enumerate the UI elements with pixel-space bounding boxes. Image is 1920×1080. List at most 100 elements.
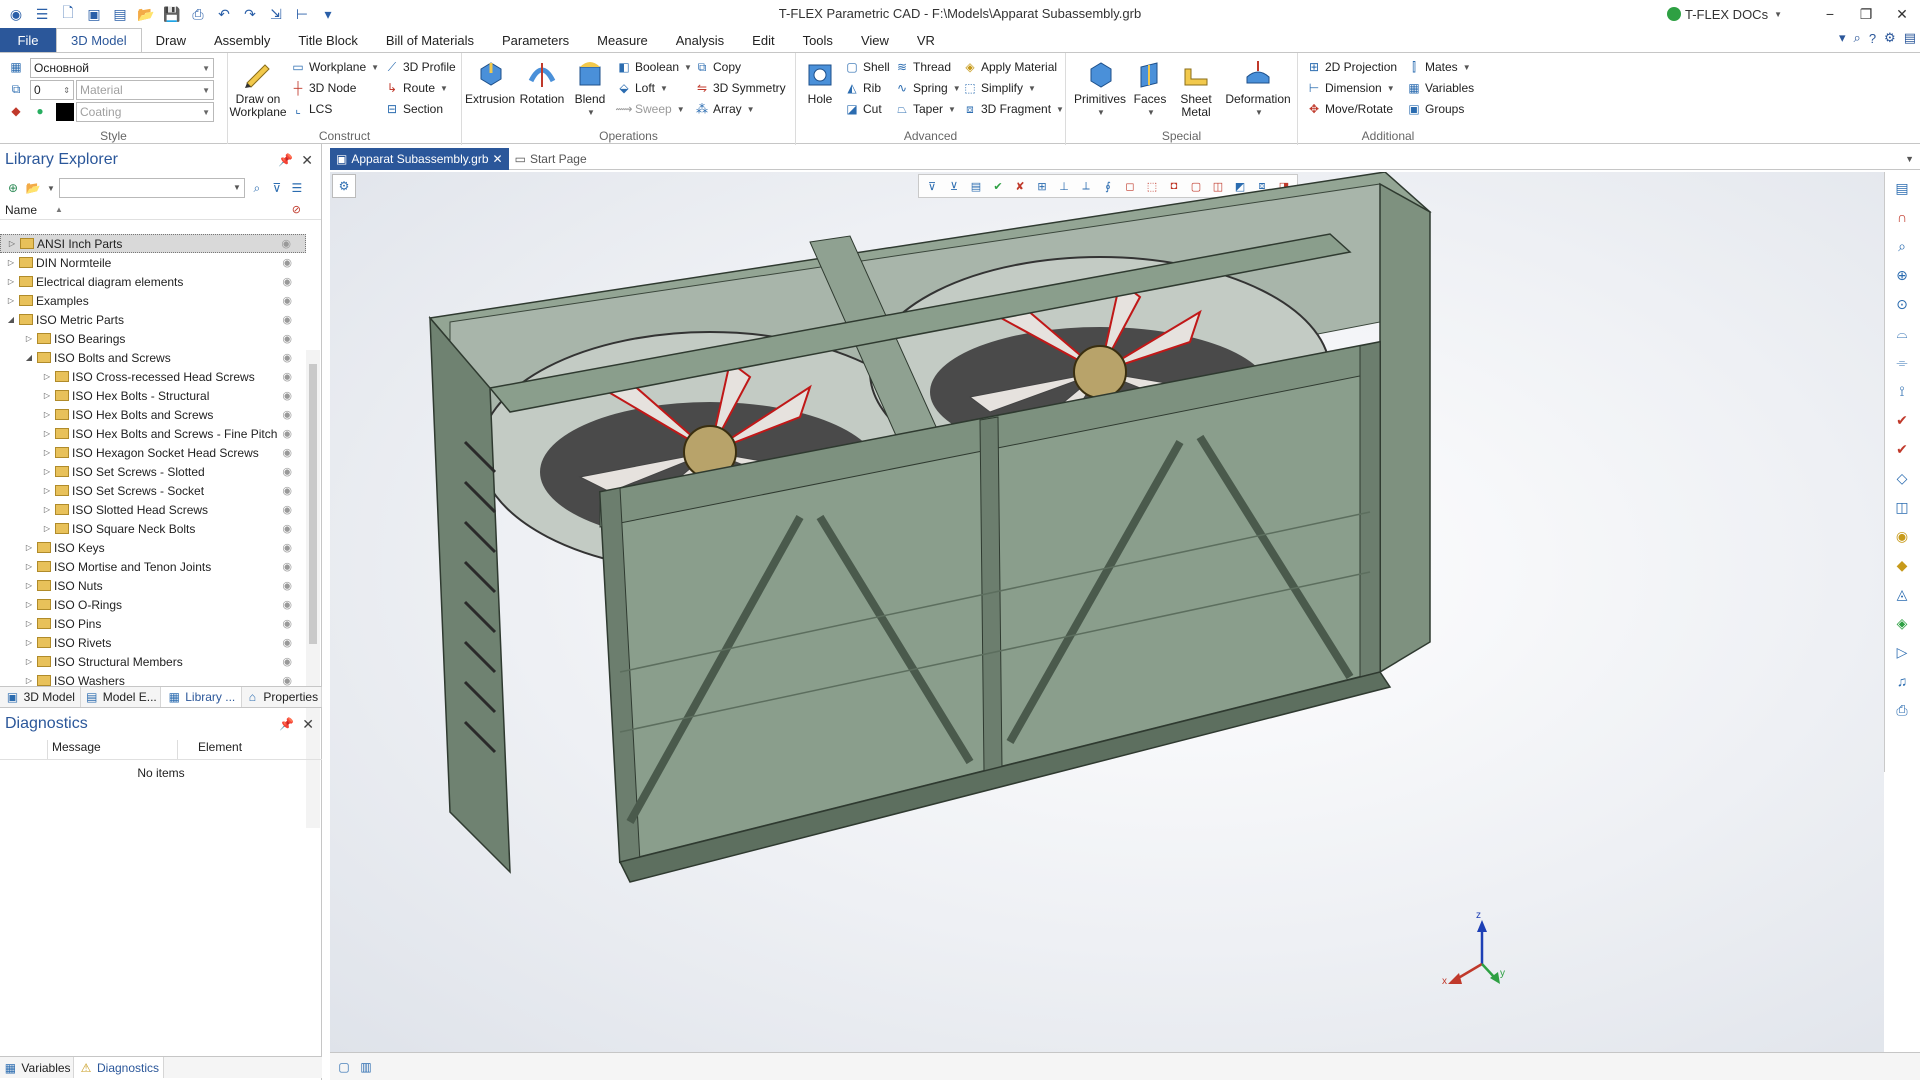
tab-measure[interactable]: Measure <box>583 28 662 52</box>
tree-item[interactable]: ▷ ISO Rivets ◉ <box>0 633 306 652</box>
tabs-dropdown-icon[interactable]: ▼ <box>1905 154 1914 164</box>
pin-icon[interactable]: 📌 <box>278 153 293 167</box>
tree-item[interactable]: ▷ ISO Hex Bolts and Screws - Fine Pitch ◉ <box>0 424 306 443</box>
document-tab-start-page[interactable]: ▭ Start Page <box>509 148 593 170</box>
cube-view-icon[interactable]: ◆ <box>1885 552 1919 578</box>
measure-view-icon[interactable]: ⟟ <box>1885 378 1919 404</box>
visibility-icon[interactable]: ◉ <box>281 237 291 250</box>
tab-3d-model[interactable]: 3D Model <box>56 28 142 52</box>
render-icon[interactable]: ◈ <box>1885 610 1919 636</box>
workplane-view-icon[interactable]: ◇ <box>1885 465 1919 491</box>
expand-toggle-icon[interactable]: ◢ <box>24 353 34 362</box>
tree-item[interactable]: ▷ DIN Normteile ◉ <box>0 253 306 272</box>
faces-button[interactable]: Faces ▼ <box>1130 57 1170 119</box>
zoom-all-icon[interactable]: ⊙ <box>1885 291 1919 317</box>
tree-item[interactable]: ▷ Electrical diagram elements ◉ <box>0 272 306 291</box>
tree-item[interactable]: ▷ ISO Mortise and Tenon Joints ◉ <box>0 557 306 576</box>
visibility-icon[interactable]: ◉ <box>282 503 292 516</box>
3d-viewport[interactable]: ⚙ ⊽ ⊻ ▤ ✔ ✘ ⊞ ⊥ ⟂ ∮ ◻ ⬚ ◘ ▢ ◫ ◩ ⧈ ◨ z x … <box>330 172 1884 1052</box>
visibility-icon[interactable]: ◉ <box>282 427 292 440</box>
box-view-icon[interactable]: ◫ <box>1885 494 1919 520</box>
tab-bill-of-materials[interactable]: Bill of Materials <box>372 28 488 52</box>
expand-toggle-icon[interactable]: ▷ <box>24 543 34 552</box>
diag-col-element[interactable]: Element <box>178 740 242 759</box>
shell-button[interactable]: ▢ Shell <box>844 57 889 77</box>
pin-icon[interactable]: 📌 <box>279 717 294 731</box>
expand-toggle-icon[interactable]: ▷ <box>7 239 17 248</box>
expand-toggle-icon[interactable]: ▷ <box>24 657 34 666</box>
expand-toggle-icon[interactable]: ▷ <box>24 676 34 685</box>
expand-toggle-icon[interactable]: ▷ <box>42 372 52 381</box>
tree-item[interactable]: ▷ ISO Keys ◉ <box>0 538 306 557</box>
expand-toggle-icon[interactable]: ▷ <box>42 505 52 514</box>
expand-toggle-icon[interactable]: ▷ <box>24 581 34 590</box>
thread-button[interactable]: ≋ Thread <box>894 57 951 77</box>
printer-view-icon[interactable]: ⎙ <box>1885 697 1919 723</box>
library-search-input[interactable]: ▼ <box>58 178 245 198</box>
tflex-docs-button[interactable]: T-FLEX DOCs ▼ <box>1667 7 1782 22</box>
tree-item[interactable]: ▷ ISO O-Rings ◉ <box>0 595 306 614</box>
variables-button[interactable]: ▦ Variables <box>1406 78 1474 98</box>
tab-analysis[interactable]: Analysis <box>662 28 738 52</box>
animation-icon[interactable]: ▷ <box>1885 639 1919 665</box>
array-button[interactable]: ⁂ Array ▼ <box>694 99 755 119</box>
tree-item[interactable]: ▷ ISO Hex Bolts and Screws ◉ <box>0 405 306 424</box>
tab-edit[interactable]: Edit <box>738 28 788 52</box>
tab-model-elements[interactable]: ▤ Model E... <box>81 687 161 707</box>
layout-icon[interactable]: ▤ <box>110 4 130 24</box>
search-help-icon[interactable]: ⌕ <box>1854 30 1861 46</box>
move-rotate-button[interactable]: ✥ Move/Rotate <box>1306 99 1393 119</box>
loft-button[interactable]: ⬙ Loft ▼ <box>616 78 668 98</box>
measure-icon[interactable]: ⊢ <box>292 4 312 24</box>
expand-toggle-icon[interactable]: ▷ <box>42 448 52 457</box>
visibility-icon[interactable]: ◉ <box>282 294 292 307</box>
primitives-button[interactable]: Primitives ▼ <box>1074 57 1126 119</box>
close-panel-icon[interactable]: ✕ <box>301 152 313 169</box>
boolean-button[interactable]: ◧ Boolean ▼ <box>616 57 692 77</box>
visibility-icon[interactable]: ◉ <box>282 674 292 686</box>
blend-button[interactable]: Blend ▼ <box>570 57 610 119</box>
document-tab-apparat[interactable]: ▣ Apparat Subassembly.grb ✕ <box>330 147 509 170</box>
tab-3d-model-panel[interactable]: ▣ 3D Model <box>0 687 81 707</box>
expand-toggle-icon[interactable]: ▷ <box>42 486 52 495</box>
app-logo-icon[interactable]: ◉ <box>6 4 26 24</box>
visibility-icon[interactable]: ◉ <box>282 541 292 554</box>
layout-switch-icon[interactable]: ▤ <box>1904 30 1916 46</box>
rib-button[interactable]: ◭ Rib <box>844 78 881 98</box>
visibility-icon[interactable]: ◉ <box>282 389 292 402</box>
spring-button[interactable]: ∿ Spring ▼ <box>894 78 961 98</box>
save-icon[interactable]: 💾 <box>162 4 182 24</box>
tab-variables[interactable]: ▦ Variables <box>0 1057 74 1078</box>
tree-item[interactable]: ▷ ISO Slotted Head Screws ◉ <box>0 500 306 519</box>
copy-button[interactable]: ⧉ Copy <box>694 57 741 77</box>
minimize-button[interactable]: − <box>1812 0 1848 28</box>
single-view-icon[interactable]: ▢ <box>336 1059 352 1075</box>
level-stepper[interactable]: 0 ⇕ <box>30 80 74 100</box>
tree-item[interactable]: ▷ ISO Hex Bolts - Structural ◉ <box>0 386 306 405</box>
cut-button[interactable]: ◪ Cut <box>844 99 881 119</box>
tree-item[interactable]: ▷ ANSI Inch Parts ◉ <box>0 234 306 253</box>
tab-tools[interactable]: Tools <box>789 28 847 52</box>
sphere-icon[interactable]: ◉ <box>1885 523 1919 549</box>
workplane-button[interactable]: ▭ Workplane ▼ <box>290 57 379 77</box>
3d-fragment-button[interactable]: ⧈ 3D Fragment ▼ <box>962 99 1064 119</box>
close-button[interactable]: ✕ <box>1884 0 1920 28</box>
list-view-icon[interactable]: ☰ <box>289 180 305 196</box>
hamburger-menu-icon[interactable]: ☰ <box>32 4 52 24</box>
appearance-icon[interactable]: ● <box>32 103 48 119</box>
tab-parameters[interactable]: Parameters <box>488 28 583 52</box>
open-folder-icon[interactable]: 📂 <box>25 180 41 196</box>
color-swatch[interactable] <box>56 103 74 121</box>
camera-icon[interactable]: ◬ <box>1885 581 1919 607</box>
column-name[interactable]: Name <box>5 203 37 217</box>
expand-toggle-icon[interactable]: ▷ <box>6 258 16 267</box>
new-file-icon[interactable]: 🗋 <box>58 4 78 24</box>
layer-select[interactable]: Основной ▼ <box>30 58 214 78</box>
visibility-icon[interactable]: ◉ <box>282 522 292 535</box>
check-model-icon[interactable]: ✔ <box>1885 407 1919 433</box>
simplify-button[interactable]: ⬚ Simplify ▼ <box>962 78 1036 98</box>
expand-toggle-icon[interactable]: ▷ <box>24 562 34 571</box>
color-palette-icon[interactable]: ◆ <box>8 103 24 119</box>
tree-item[interactable]: ▷ ISO Nuts ◉ <box>0 576 306 595</box>
tree-item[interactable]: ▷ ISO Hexagon Socket Head Screws ◉ <box>0 443 306 462</box>
